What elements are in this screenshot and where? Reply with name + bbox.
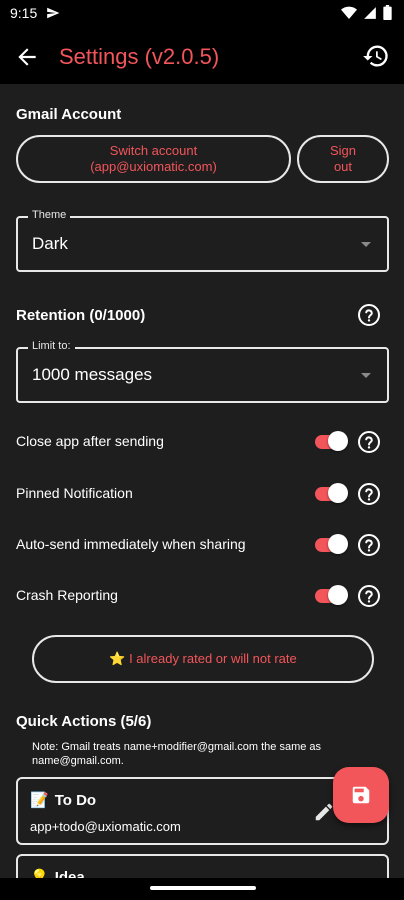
help-icon[interactable] — [357, 430, 381, 454]
toggle-thumb — [328, 585, 348, 605]
switch-account-button[interactable]: Switch account (app@uxiomatic.com) — [16, 135, 291, 183]
theme-label: Theme — [28, 209, 71, 221]
dropdown-arrow-icon — [361, 242, 371, 247]
pencil-icon[interactable] — [313, 801, 335, 823]
toggle-thumb — [328, 483, 348, 503]
sign-out-label: Sign out — [329, 143, 357, 174]
quick-action-title: 📝 To Do — [30, 791, 97, 810]
gmail-account-heading: Gmail Account — [16, 106, 122, 123]
battery-icon — [383, 5, 392, 20]
toggle-row-pinned-notification: Pinned Notification — [0, 479, 404, 509]
help-icon[interactable] — [357, 533, 381, 557]
toggle-row-close-app: Close app after sending — [0, 427, 404, 457]
app-bar: Settings (v2.0.5) — [0, 28, 404, 84]
sign-out-button[interactable]: Sign out — [297, 135, 389, 183]
close-app-toggle[interactable] — [315, 431, 348, 451]
already-rated-button[interactable]: ⭐ I already rated or will not rate — [32, 635, 374, 683]
theme-dropdown[interactable]: Theme Dark — [16, 209, 389, 272]
already-rated-label: ⭐ I already rated or will not rate — [109, 651, 297, 666]
status-bar: 9:15 — [0, 0, 404, 28]
theme-value: Dark — [32, 234, 68, 253]
quick-action-card-idea[interactable]: 💡 Idea — [16, 854, 389, 878]
save-icon — [352, 786, 370, 804]
quick-actions-heading: Quick Actions (5/6) — [16, 713, 152, 730]
toggle-label: Auto-send immediately when sharing — [16, 536, 246, 552]
send-icon — [47, 7, 60, 19]
memo-emoji-icon: 📝 — [30, 792, 49, 809]
history-icon[interactable] — [362, 42, 390, 70]
status-indicators — [341, 5, 392, 20]
retention-heading: Retention (0/1000) — [16, 307, 146, 324]
limit-label: Limit to: — [28, 340, 75, 352]
wifi-icon — [341, 6, 357, 19]
system-nav-bar — [0, 878, 404, 900]
retention-limit-dropdown[interactable]: Limit to: 1000 messages — [16, 340, 389, 403]
auto-send-toggle[interactable] — [315, 534, 348, 554]
back-arrow-icon[interactable] — [14, 44, 40, 70]
help-icon[interactable] — [357, 303, 381, 327]
toggle-thumb — [328, 431, 348, 451]
limit-value: 1000 messages — [32, 365, 153, 384]
switch-account-label: Switch account (app@uxiomatic.com) — [90, 143, 217, 174]
toggle-label: Close app after sending — [16, 433, 164, 449]
toggle-row-crash-reporting: Crash Reporting — [0, 581, 404, 611]
toggle-thumb — [328, 534, 348, 554]
toggle-label: Crash Reporting — [16, 587, 118, 603]
pinned-notification-toggle[interactable] — [315, 483, 348, 503]
status-time: 9:15 — [10, 5, 38, 21]
save-fab-button[interactable] — [333, 767, 389, 823]
gmail-modifier-note: Note: Gmail treats name+modifier@gmail.c… — [32, 741, 322, 767]
help-icon[interactable] — [357, 584, 381, 608]
dropdown-arrow-icon — [361, 373, 371, 378]
crash-reporting-toggle[interactable] — [315, 585, 348, 605]
help-icon[interactable] — [357, 482, 381, 506]
home-gesture-handle[interactable] — [150, 886, 256, 890]
page-title: Settings (v2.0.5) — [59, 44, 220, 69]
lightbulb-emoji-icon: 💡 — [30, 869, 49, 878]
settings-content: Gmail Account Switch account (app@uxioma… — [0, 84, 404, 878]
toggle-label: Pinned Notification — [16, 485, 133, 501]
toggle-row-auto-send: Auto-send immediately when sharing — [0, 530, 404, 560]
quick-action-title: 💡 Idea — [30, 868, 85, 879]
quick-action-address: app+todo@uxiomatic.com — [30, 819, 181, 834]
signal-icon — [364, 6, 376, 19]
